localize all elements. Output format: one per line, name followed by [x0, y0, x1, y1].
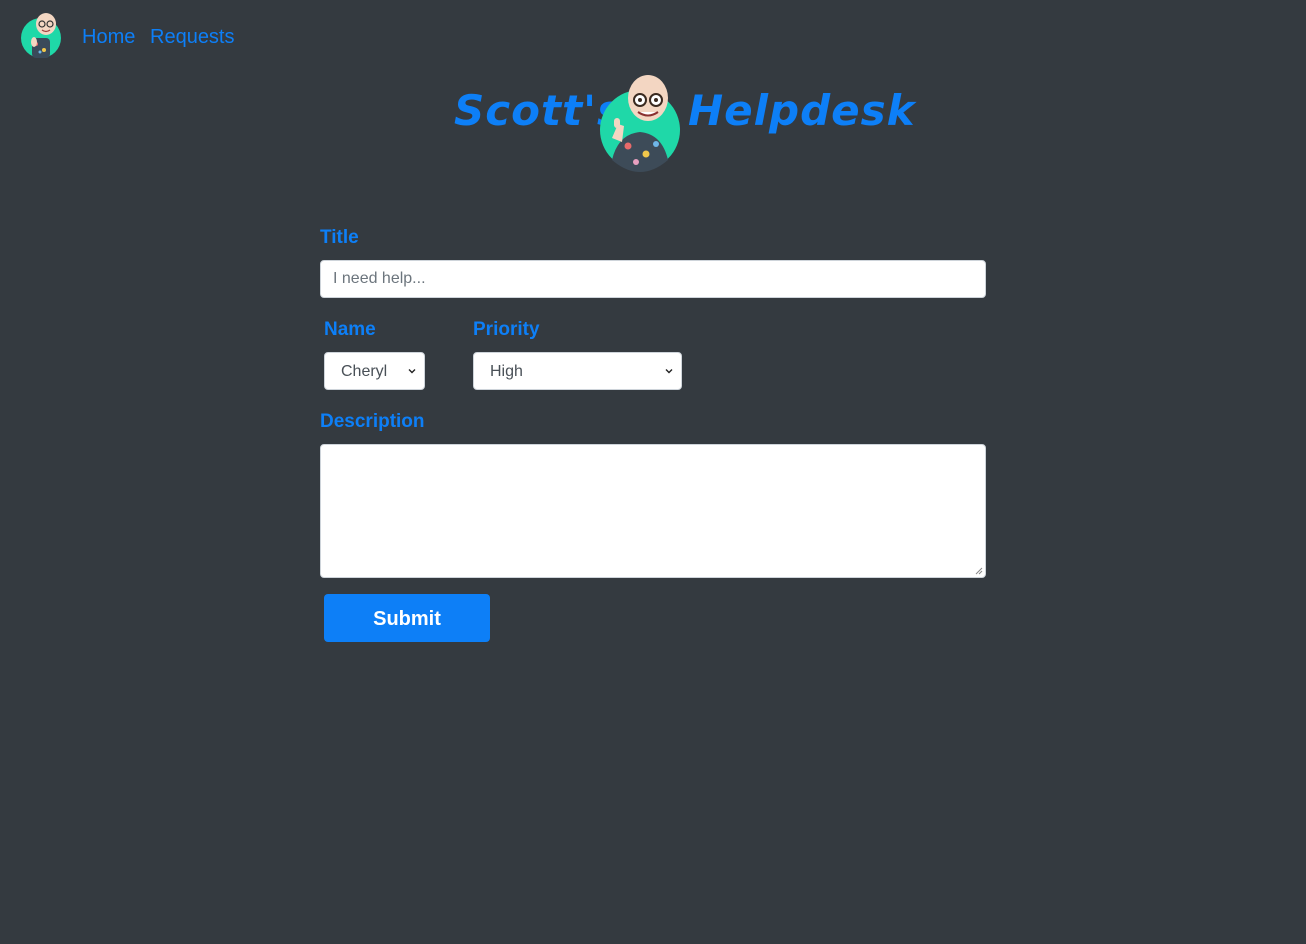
title-input[interactable]	[320, 260, 986, 298]
chevron-down-icon	[408, 369, 416, 374]
description-textarea[interactable]	[320, 444, 986, 578]
description-label: Description	[320, 411, 425, 432]
cartoon-avatar-icon[interactable]	[20, 8, 64, 58]
name-label: Name	[324, 319, 376, 340]
navbar: Home Requests	[0, 0, 1306, 74]
nav-link-home[interactable]: Home	[82, 25, 135, 49]
title-label: Title	[320, 227, 359, 248]
priority-select-value: High	[490, 363, 523, 380]
resize-grip-icon[interactable]	[975, 567, 983, 575]
brand-text-right: Helpdesk	[688, 86, 916, 135]
name-select[interactable]: Cheryl	[324, 352, 425, 390]
brand-header: Scott's Helpdesk	[452, 72, 915, 176]
nav-link-requests[interactable]: Requests	[150, 25, 235, 49]
priority-select[interactable]: High	[473, 352, 682, 390]
name-select-value: Cheryl	[341, 363, 388, 380]
submit-button[interactable]: Submit	[324, 594, 490, 642]
cartoon-avatar-icon	[600, 75, 680, 172]
chevron-down-icon	[665, 369, 673, 374]
priority-label: Priority	[473, 319, 540, 340]
